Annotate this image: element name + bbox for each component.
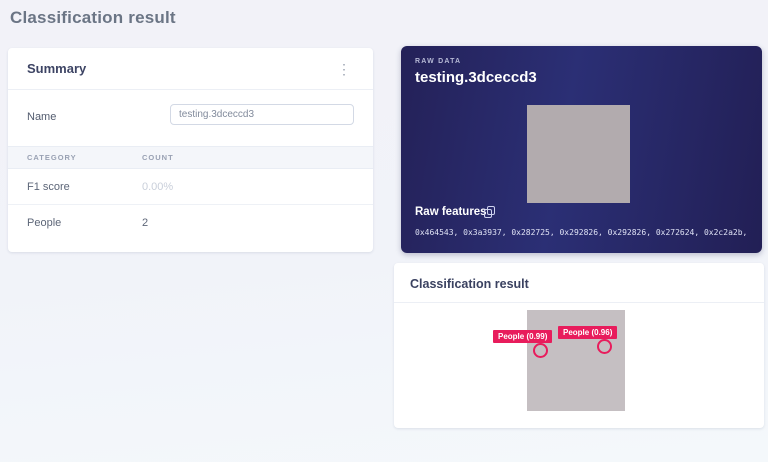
raw-sample-image (527, 105, 630, 203)
copy-icon[interactable] (484, 206, 495, 218)
name-input[interactable] (170, 104, 354, 125)
column-header-count: COUNT (142, 153, 174, 162)
column-header-category: CATEGORY (27, 153, 77, 162)
raw-features-label: Raw features (415, 206, 487, 218)
detection-marker-circle (597, 339, 612, 354)
summary-card: Summary ⋮ Name CATEGORY COUNT F1 score 0… (8, 48, 373, 252)
name-row: Name (8, 90, 373, 146)
classification-result-title: Classification result (394, 263, 764, 303)
table-row: People 2 (8, 205, 373, 241)
detection-label: People (0.99) (493, 330, 552, 343)
table-row: F1 score 0.00% (8, 169, 373, 205)
summary-card-title: Summary (27, 61, 86, 76)
raw-data-eyebrow: RAW DATA (415, 58, 461, 65)
detection-marker-circle (533, 343, 548, 358)
raw-data-card: RAW DATA testing.3dceccd3 Raw features 0… (401, 46, 762, 253)
classification-result-card: Classification result People (0.99) Peop… (394, 263, 764, 428)
detection-label: People (0.96) (558, 326, 617, 339)
page-title: Classification result (10, 8, 176, 28)
row-count: 2 (142, 217, 148, 229)
row-category: F1 score (27, 181, 70, 193)
raw-data-title: testing.3dceccd3 (415, 69, 537, 86)
kebab-menu-icon[interactable]: ⋮ (331, 60, 357, 78)
summary-card-header: Summary ⋮ (8, 48, 373, 90)
raw-features-values: 0x464543, 0x3a3937, 0x282725, 0x292826, … (415, 228, 749, 237)
summary-table-header: CATEGORY COUNT (8, 146, 373, 169)
row-count: 0.00% (142, 181, 173, 193)
row-category: People (27, 217, 61, 229)
name-label: Name (27, 111, 56, 123)
